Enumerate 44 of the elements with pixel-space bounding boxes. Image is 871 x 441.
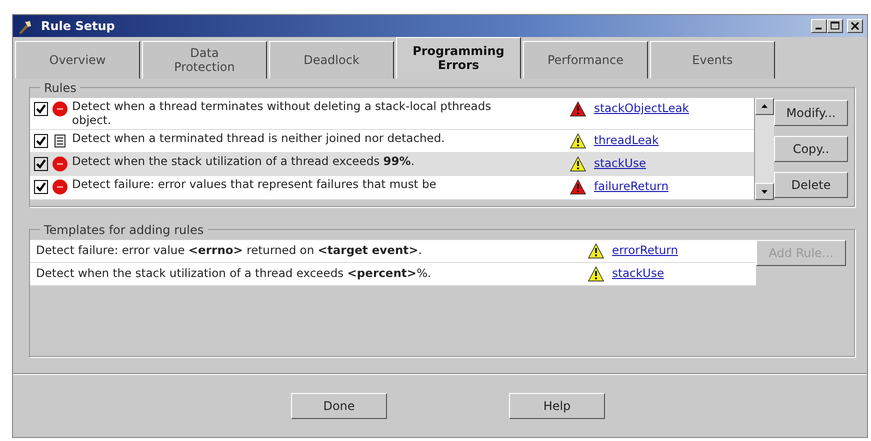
error-icon <box>52 156 68 172</box>
scroll-down-icon[interactable] <box>755 182 774 200</box>
template-link[interactable]: errorReturn <box>612 242 678 259</box>
rule-text: Detect when the stack utilization of a thread exceeds 99%. <box>72 154 416 168</box>
template-text: Detect when the stack utilization of a thread exceeds <percent>%. <box>36 264 432 282</box>
rule-link[interactable]: stackObjectLeak <box>594 100 689 118</box>
tab[interactable]: Events <box>650 41 775 79</box>
tab[interactable]: Overview <box>15 41 140 79</box>
rule-row[interactable]: Detect when the stack utilization of a thread exceeds 99%. stackUse <box>30 152 754 176</box>
tab[interactable]: Deadlock <box>269 41 394 79</box>
maximize-icon[interactable] <box>827 19 843 33</box>
scroll-up-icon[interactable] <box>755 98 774 115</box>
checkbox[interactable] <box>34 102 48 116</box>
checkbox[interactable] <box>34 134 48 148</box>
window-title: Rule Setup <box>41 18 115 35</box>
rule-link[interactable]: threadLeak <box>594 132 659 149</box>
tab[interactable]: Programming Errors <box>396 37 521 79</box>
note-icon <box>52 132 68 149</box>
tab[interactable]: Data Protection <box>142 41 267 79</box>
template-text: Detect failure: error value <errno> returned on <target event>. <box>36 242 423 259</box>
rule-button[interactable]: Modify... <box>774 100 848 126</box>
scrollbar[interactable] <box>754 98 774 200</box>
template-link[interactable]: stackUse <box>612 264 664 282</box>
rule-row[interactable]: Detect failure: error values that represent failures that must be failureReturn <box>30 176 754 200</box>
rule-text: Detect when a thread terminates without deleting a stack-local pthreads object. <box>72 100 492 128</box>
rule-row[interactable]: Detect when a thread terminates without deleting a stack-local pthreads object. stackObjectLeak <box>30 98 754 130</box>
close-icon[interactable] <box>847 19 863 33</box>
footer-button[interactable]: Done <box>291 393 387 419</box>
minimize-icon[interactable] <box>811 19 827 33</box>
footer-button[interactable]: Help <box>509 393 605 419</box>
error-icon <box>52 101 68 117</box>
error-icon <box>52 178 68 195</box>
rule-button[interactable]: Delete <box>774 172 848 198</box>
template-row[interactable]: Detect when the stack utilization of a thread exceeds <percent>%. stackUse <box>30 262 756 286</box>
checkbox[interactable] <box>34 180 48 194</box>
rule-text: Detect failure: error values that represent failures that must be <box>72 178 438 192</box>
rule-link[interactable]: stackUse <box>594 154 646 172</box>
rule-link[interactable]: failureReturn <box>594 178 668 195</box>
rule-text: Detect when a terminated thread is neither joined nor detached. <box>72 132 446 146</box>
rule-button[interactable]: Copy.. <box>774 136 848 162</box>
tab[interactable]: Performance <box>523 41 648 79</box>
template-row[interactable]: Detect failure: error value <errno> returned on <target event>. errorReturn <box>30 240 756 263</box>
checkbox[interactable] <box>34 156 48 171</box>
app-icon <box>17 18 33 34</box>
